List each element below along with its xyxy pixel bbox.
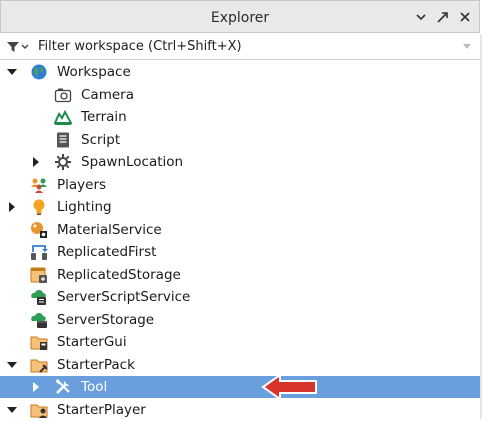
tree-item-replicatedstorage[interactable]: ReplicatedStorage (0, 264, 480, 286)
tree-item-tool[interactable]: Tool (0, 376, 480, 398)
tree-item-serverstorage[interactable]: ServerStorage (0, 309, 480, 331)
tree-item-label: Script (81, 132, 121, 148)
tree-item-replicatedfirst[interactable]: ReplicatedFirst (0, 241, 480, 263)
tree-item-label: Lighting (57, 199, 112, 215)
filter-input[interactable]: Filter workspace (Ctrl+Shift+X) (38, 39, 242, 54)
server-storage-icon (31, 313, 47, 328)
tree-item-label: ServerScriptService (57, 289, 191, 305)
tree-item-label: Players (57, 177, 107, 193)
tree-item-label: StarterGui (57, 334, 127, 350)
tree-item-serverscriptservice[interactable]: ServerScriptService (0, 286, 480, 308)
filter-dropdown-icon[interactable] (462, 43, 472, 51)
undock-icon[interactable] (435, 9, 451, 25)
tree-item-label: StarterPack (57, 357, 135, 373)
tree-item-label: ReplicatedStorage (57, 267, 181, 283)
replicated-storage-icon (30, 267, 47, 283)
tree-item-workspace[interactable]: Workspace (0, 61, 480, 83)
tree-item-label: SpawnLocation (81, 154, 184, 170)
starter-gui-icon (30, 336, 48, 350)
collapsed-arrow-icon[interactable] (30, 156, 42, 168)
camera-icon (54, 88, 72, 103)
terrain-icon (54, 109, 72, 125)
tree-item-startergui[interactable]: StarterGui (0, 331, 480, 353)
expanded-arrow-icon[interactable] (6, 404, 18, 416)
server-script-service-icon (31, 290, 46, 305)
tree-item-label: MaterialService (57, 222, 162, 238)
tree-item-label: Camera (81, 87, 134, 103)
tree-item-label: Terrain (81, 109, 127, 125)
starter-player-icon (30, 404, 48, 418)
tree-item-starterpack[interactable]: StarterPack (0, 354, 480, 376)
tool-icon (55, 379, 70, 394)
tree-item-label: Workspace (57, 64, 131, 80)
filter-icon[interactable] (6, 40, 30, 54)
tree-item-label: ReplicatedFirst (57, 244, 157, 260)
tree-item-players[interactable]: Players (0, 174, 480, 196)
tree-item-spawnlocation[interactable]: SpawnLocation (0, 151, 480, 173)
globe-icon (31, 64, 47, 80)
tree-item-materialservice[interactable]: MaterialService (0, 219, 480, 241)
panel-title: Explorer (210, 10, 270, 26)
expanded-arrow-icon[interactable] (6, 66, 18, 78)
collapsed-arrow-icon[interactable] (6, 201, 18, 213)
collapsed-arrow-icon[interactable] (30, 381, 42, 393)
annotation-arrow-icon (261, 373, 317, 401)
material-service-icon (31, 222, 47, 238)
tree-item-script[interactable]: Script (0, 129, 480, 151)
tree-item-label: ServerStorage (57, 312, 155, 328)
filter-bar[interactable]: Filter workspace (Ctrl+Shift+X) (0, 34, 480, 60)
tree-item-terrain[interactable]: Terrain (0, 106, 480, 128)
tree-item-label: Tool (81, 379, 108, 395)
explorer-titlebar: Explorer (0, 0, 480, 33)
players-icon (31, 178, 47, 193)
tree-item-lighting[interactable]: Lighting (0, 196, 480, 218)
expanded-arrow-icon[interactable] (6, 359, 18, 371)
explorer-panel: Explorer Filter workspace (Ctrl+Shift+X)… (0, 0, 482, 419)
dropdown-arrow-icon[interactable] (413, 9, 429, 25)
lightbulb-icon (33, 199, 45, 215)
close-icon[interactable] (457, 9, 473, 25)
spawn-location-icon (55, 154, 71, 170)
tree-item-camera[interactable]: Camera (0, 84, 480, 106)
starter-pack-icon (30, 359, 48, 373)
script-icon (57, 132, 69, 148)
tree-item-starterplayer[interactable]: StarterPlayer (0, 399, 480, 421)
replicated-first-icon (31, 245, 48, 260)
tree-item-label: StarterPlayer (57, 402, 146, 418)
